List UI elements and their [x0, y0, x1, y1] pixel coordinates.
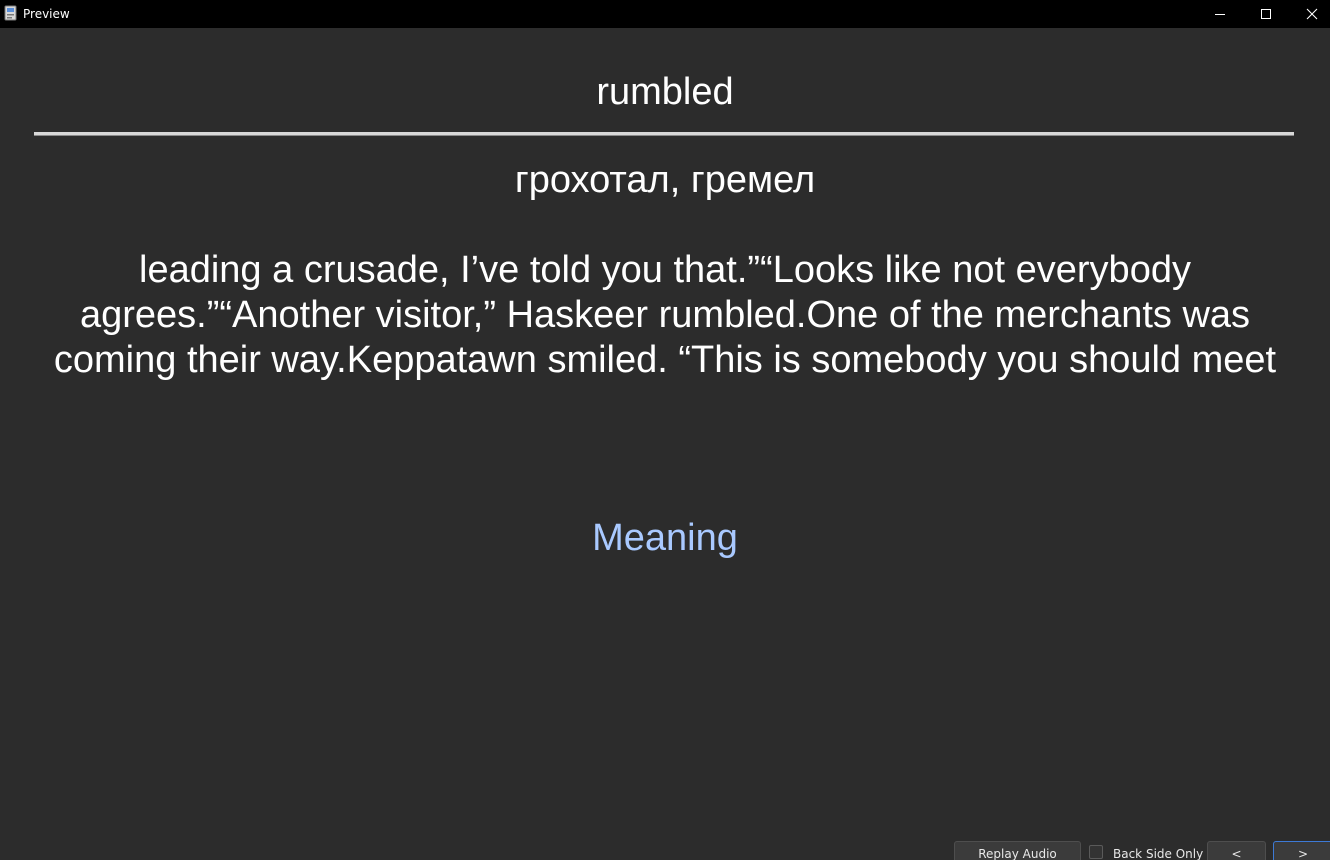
- front-word: rumbled: [596, 71, 734, 113]
- back-side-only-toggle[interactable]: Back Side Only: [1089, 843, 1203, 860]
- replay-audio-button[interactable]: Replay Audio: [954, 841, 1081, 860]
- close-button[interactable]: [1289, 0, 1330, 28]
- window-title: Preview: [23, 7, 70, 21]
- previous-card-button[interactable]: <: [1207, 841, 1266, 860]
- card-divider: [34, 132, 1294, 136]
- app-icon: [4, 5, 17, 21]
- minimize-button[interactable]: [1197, 0, 1243, 28]
- card-preview: rumbled грохотал, гремел leading a crusa…: [0, 28, 1330, 838]
- meaning-label: Meaning: [592, 517, 738, 559]
- preview-window: Preview rumbled грохотал, гремел leading…: [0, 0, 1330, 860]
- back-side-only-label[interactable]: Back Side Only: [1113, 841, 1203, 860]
- context-sentence: leading a crusade, I’ve told you that.”“…: [53, 249, 1277, 381]
- back-side-only-checkbox[interactable]: [1089, 845, 1103, 859]
- translation-text: грохотал, гремел: [514, 159, 816, 201]
- close-icon: [1306, 8, 1318, 20]
- title-bar[interactable]: Preview: [0, 0, 1330, 28]
- maximize-icon: [1261, 9, 1271, 19]
- next-card-button[interactable]: >: [1273, 841, 1330, 860]
- minimize-icon: [1215, 14, 1225, 15]
- maximize-button[interactable]: [1243, 0, 1289, 28]
